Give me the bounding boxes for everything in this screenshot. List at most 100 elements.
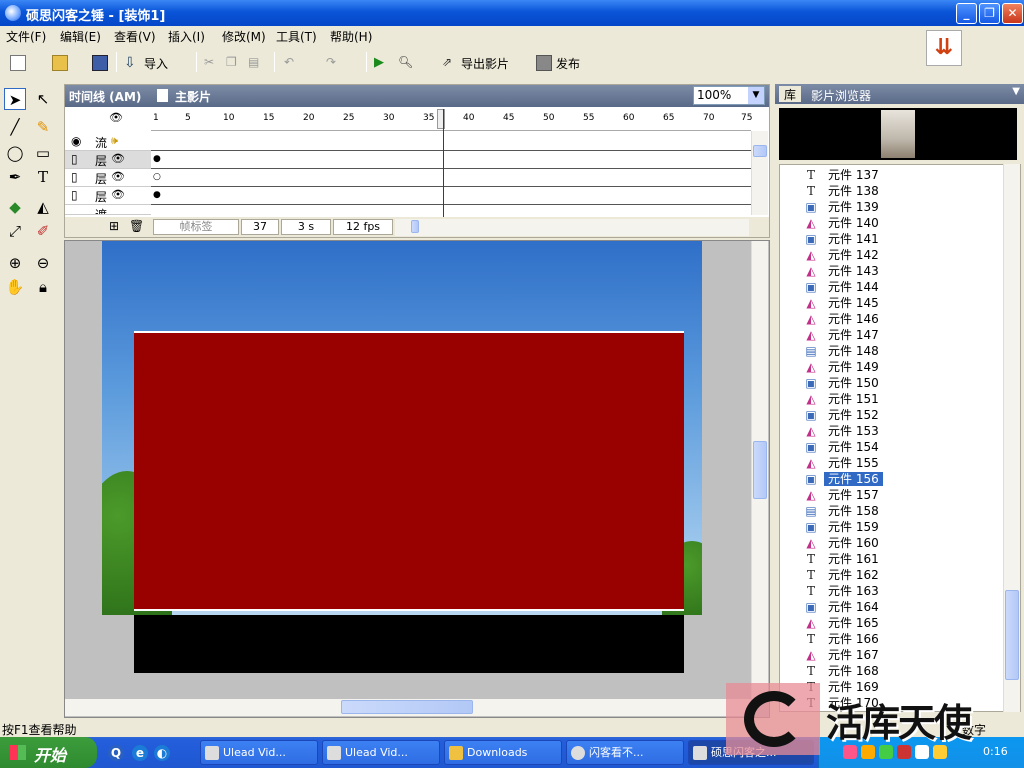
line-tool-icon[interactable]: ╱: [4, 116, 26, 138]
library-item[interactable]: T 元件 163: [780, 583, 1006, 599]
task-ulead-2[interactable]: Ulead Vid...: [322, 740, 440, 765]
menu-help[interactable]: 帮助(H): [330, 28, 372, 45]
menu-view[interactable]: 查看(V): [114, 28, 156, 45]
pencil-icon[interactable]: ✎: [32, 116, 54, 138]
new-file-icon[interactable]: [10, 55, 26, 71]
tab-library[interactable]: 库: [779, 86, 801, 102]
oval-tool-icon[interactable]: ◯: [4, 142, 26, 164]
library-item[interactable]: ◭ 元件 157: [780, 487, 1006, 503]
library-item[interactable]: ▣ 元件 156: [780, 471, 1006, 487]
layer-row[interactable]: ▯ 层 👁︎: [65, 151, 151, 169]
eye-icon[interactable]: 👁︎: [111, 152, 125, 165]
menu-insert[interactable]: 插入(I): [168, 28, 205, 45]
menu-edit[interactable]: 编辑(E): [60, 28, 101, 45]
library-item[interactable]: ▣ 元件 139: [780, 199, 1006, 215]
hand-tool-icon[interactable]: ✋: [4, 276, 26, 298]
library-item[interactable]: ▣ 元件 141: [780, 231, 1006, 247]
transform-tool-icon[interactable]: ⤢: [4, 220, 26, 242]
publish-button[interactable]: 发布: [556, 55, 580, 72]
library-item[interactable]: ◭ 元件 142: [780, 247, 1006, 263]
zoom-out-icon[interactable]: ⊖: [32, 252, 54, 274]
eye-icon[interactable]: 👁︎: [111, 170, 125, 183]
arrow-select-icon[interactable]: ➤: [4, 88, 26, 110]
black-bar[interactable]: [134, 615, 684, 673]
layer-row[interactable]: ▯ 层 👁︎: [65, 187, 151, 205]
cut-icon[interactable]: ✂: [204, 55, 220, 71]
add-layer-icon[interactable]: ⊞: [109, 219, 119, 233]
layer-row[interactable]: ▯ 层 👁︎: [65, 169, 151, 187]
play-icon[interactable]: ▶: [374, 55, 390, 71]
export-icon[interactable]: ⇗: [442, 55, 458, 71]
ie-icon[interactable]: e: [132, 745, 148, 761]
menu-tools[interactable]: 工具(T): [276, 28, 317, 45]
eye-icon[interactable]: 👁︎: [111, 188, 125, 201]
red-rectangle[interactable]: [134, 331, 684, 611]
trash-icon[interactable]: 🗑︎: [129, 219, 144, 233]
eraser-icon[interactable]: ✐: [32, 220, 54, 242]
library-item[interactable]: ◭ 元件 153: [780, 423, 1006, 439]
copy-icon[interactable]: ❐: [226, 55, 242, 71]
subselect-icon[interactable]: ↖: [32, 88, 54, 110]
tray-icon[interactable]: [843, 745, 857, 759]
paint-bucket-icon[interactable]: ◭: [32, 196, 54, 218]
library-item[interactable]: ◭ 元件 149: [780, 359, 1006, 375]
library-item[interactable]: ▣ 元件 154: [780, 439, 1006, 455]
undo-icon[interactable]: ↶: [284, 55, 300, 71]
library-list[interactable]: T 元件 137 T 元件 138 ▣ 元件 139 ◭ 元件 140 ▣ 元件 141 ◭ 元件 1…: [779, 164, 1021, 712]
library-item[interactable]: T 元件 168: [780, 663, 1006, 679]
import-icon[interactable]: ⇩: [124, 55, 140, 71]
import-button[interactable]: 导入: [144, 55, 168, 72]
library-item[interactable]: ◭ 元件 160: [780, 535, 1006, 551]
browser-icon[interactable]: Q: [108, 745, 124, 761]
library-item[interactable]: ▣ 元件 164: [780, 599, 1006, 615]
library-item[interactable]: T 元件 137: [780, 167, 1006, 183]
redo-icon[interactable]: ↷: [326, 55, 342, 71]
minimize-button[interactable]: _: [956, 3, 977, 24]
speaker-icon[interactable]: 🕪︎: [111, 134, 118, 148]
stage-vscroll[interactable]: [751, 241, 768, 699]
library-item[interactable]: ◭ 元件 155: [780, 455, 1006, 471]
text-tool-icon[interactable]: T: [32, 166, 54, 188]
publish-icon[interactable]: [536, 55, 552, 71]
open-folder-icon[interactable]: [52, 55, 68, 71]
stage-hscroll[interactable]: [65, 699, 751, 716]
panel-menu-icon[interactable]: ▼: [1012, 86, 1020, 97]
layer-row[interactable]: ◉ 流 🕪︎: [65, 133, 151, 151]
library-item[interactable]: ▣ 元件 150: [780, 375, 1006, 391]
library-item[interactable]: T 元件 166: [780, 631, 1006, 647]
frame-ruler[interactable]: 1 5 10 15 20 25 30 35 40 45 50 55 60 65 …: [151, 109, 752, 131]
close-button[interactable]: ✕: [1002, 3, 1023, 24]
library-item[interactable]: ◭ 元件 143: [780, 263, 1006, 279]
zoom-select[interactable]: 100% ▼: [693, 86, 765, 105]
eye-header-icon[interactable]: 👁︎: [109, 111, 123, 124]
library-item[interactable]: ▤ 元件 148: [780, 343, 1006, 359]
menu-modify[interactable]: 修改(M): [222, 28, 266, 45]
save-icon[interactable]: [92, 55, 108, 71]
pen-tool-icon[interactable]: ✒: [4, 166, 26, 188]
paste-icon[interactable]: ▤: [248, 55, 264, 71]
library-item[interactable]: T 元件 161: [780, 551, 1006, 567]
scene-name[interactable]: 主影片: [175, 88, 211, 105]
tray-icon[interactable]: [933, 745, 947, 759]
media-icon[interactable]: ◐: [154, 745, 170, 761]
library-item[interactable]: ▣ 元件 159: [780, 519, 1006, 535]
frame-track[interactable]: ●: [151, 187, 751, 205]
library-item[interactable]: ▤ 元件 158: [780, 503, 1006, 519]
library-item[interactable]: ◭ 元件 167: [780, 647, 1006, 663]
library-item[interactable]: ▣ 元件 152: [780, 407, 1006, 423]
menu-file[interactable]: 文件(F): [6, 28, 46, 45]
frame-track[interactable]: [151, 133, 751, 151]
preview-icon[interactable]: 🔍︎: [398, 55, 414, 71]
task-downloads[interactable]: Downloads: [444, 740, 562, 765]
layer-row[interactable]: 遮: [65, 205, 151, 215]
library-vscroll[interactable]: [1003, 164, 1020, 712]
tray-icon[interactable]: [879, 745, 893, 759]
frame-label-field[interactable]: 帧标签: [153, 219, 239, 235]
task-ulead-1[interactable]: Ulead Vid...: [200, 740, 318, 765]
library-item[interactable]: ◭ 元件 146: [780, 311, 1006, 327]
frame-track[interactable]: ●: [151, 151, 751, 169]
library-item[interactable]: T 元件 138: [780, 183, 1006, 199]
library-item[interactable]: ◭ 元件 165: [780, 615, 1006, 631]
library-item[interactable]: ◭ 元件 147: [780, 327, 1006, 343]
maximize-button[interactable]: ❐: [979, 3, 1000, 24]
